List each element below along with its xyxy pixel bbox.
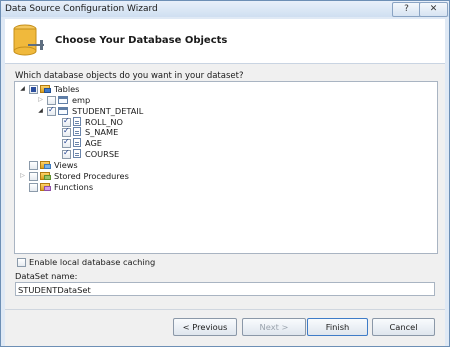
tree-node-stored-procedures[interactable]: ▷ Stored Procedures <box>15 171 215 181</box>
tree-node-column[interactable]: COURSE <box>15 148 215 159</box>
dataset-name-input[interactable]: STUDENTDataSet <box>15 282 435 296</box>
column-label: ROLL_NO <box>85 117 123 127</box>
dataset-name-label: DataSet name: <box>15 271 78 281</box>
expand-arrow-icon[interactable]: ▷ <box>37 96 44 104</box>
tree-node-student-detail[interactable]: ◢ STUDENT_DETAIL <box>15 105 215 116</box>
functions-label: Functions <box>54 182 94 192</box>
page-title: Choose Your Database Objects <box>55 35 228 46</box>
wizard-window: Data Source Configuration Wizard ? ✕ Cho… <box>0 0 450 347</box>
functions-folder-icon <box>40 183 51 191</box>
column-icon <box>73 149 81 158</box>
expand-arrow-icon[interactable]: ▷ <box>19 172 26 180</box>
tree-node-column[interactable]: S_NAME <box>15 126 215 137</box>
title-bar: Data Source Configuration Wizard ? ✕ <box>1 1 449 17</box>
column-icon <box>73 138 81 147</box>
tree-node-tables[interactable]: ◢ Tables <box>15 84 215 94</box>
next-button[interactable]: Next > <box>242 318 306 336</box>
database-objects-tree[interactable]: ◢ Tables ▷ emp ◢ STUDENT_DETAIL <box>14 81 438 254</box>
emp-checkbox[interactable] <box>47 96 56 105</box>
tree-node-functions[interactable]: Functions <box>15 182 215 192</box>
tables-checkbox[interactable] <box>29 85 38 94</box>
close-button[interactable]: ✕ <box>419 2 448 17</box>
column-label: S_NAME <box>85 127 119 137</box>
tree-node-column[interactable]: AGE <box>15 137 215 148</box>
tables-folder-icon <box>40 85 51 93</box>
collapse-arrow-icon[interactable]: ◢ <box>37 107 44 115</box>
tree-node-views[interactable]: Views <box>15 160 215 170</box>
wizard-content: Which database objects do you want in yo… <box>5 64 445 346</box>
finish-button[interactable]: Finish <box>307 318 368 336</box>
help-button[interactable]: ? <box>392 2 421 17</box>
collapse-arrow-icon[interactable]: ◢ <box>19 85 26 93</box>
student-detail-label: STUDENT_DETAIL <box>72 106 144 116</box>
tree-node-emp[interactable]: ▷ emp <box>15 95 215 105</box>
stored-procedures-label: Stored Procedures <box>54 171 129 181</box>
functions-checkbox[interactable] <box>29 183 38 192</box>
emp-label: emp <box>72 95 91 105</box>
table-icon <box>58 107 68 115</box>
views-folder-icon <box>40 161 51 169</box>
previous-button[interactable]: < Previous <box>173 318 237 336</box>
window-title: Data Source Configuration Wizard <box>5 4 158 14</box>
close-icon: ✕ <box>429 4 438 14</box>
help-icon: ? <box>404 4 409 14</box>
local-caching-label: Enable local database caching <box>29 257 156 267</box>
database-icon <box>13 24 44 56</box>
footer-divider <box>5 309 445 310</box>
column-checkbox[interactable] <box>62 148 71 159</box>
table-icon <box>58 96 68 104</box>
column-checkbox[interactable] <box>62 126 71 137</box>
question-label: Which database objects do you want in yo… <box>15 71 244 81</box>
local-caching-checkbox[interactable] <box>17 258 26 267</box>
stored-procedures-checkbox[interactable] <box>29 172 38 181</box>
column-icon <box>73 117 81 126</box>
column-checkbox[interactable] <box>62 137 71 148</box>
views-checkbox[interactable] <box>29 161 38 170</box>
tables-label: Tables <box>54 84 80 94</box>
student-detail-checkbox[interactable] <box>47 105 56 116</box>
cancel-button[interactable]: Cancel <box>372 318 435 336</box>
column-label: AGE <box>85 138 102 148</box>
stored-procedures-folder-icon <box>40 172 51 180</box>
column-icon <box>73 127 81 136</box>
wizard-header: Choose Your Database Objects <box>5 19 445 64</box>
views-label: Views <box>54 160 78 170</box>
column-label: COURSE <box>85 149 120 159</box>
tree-node-column[interactable]: ROLL_NO <box>15 116 215 127</box>
